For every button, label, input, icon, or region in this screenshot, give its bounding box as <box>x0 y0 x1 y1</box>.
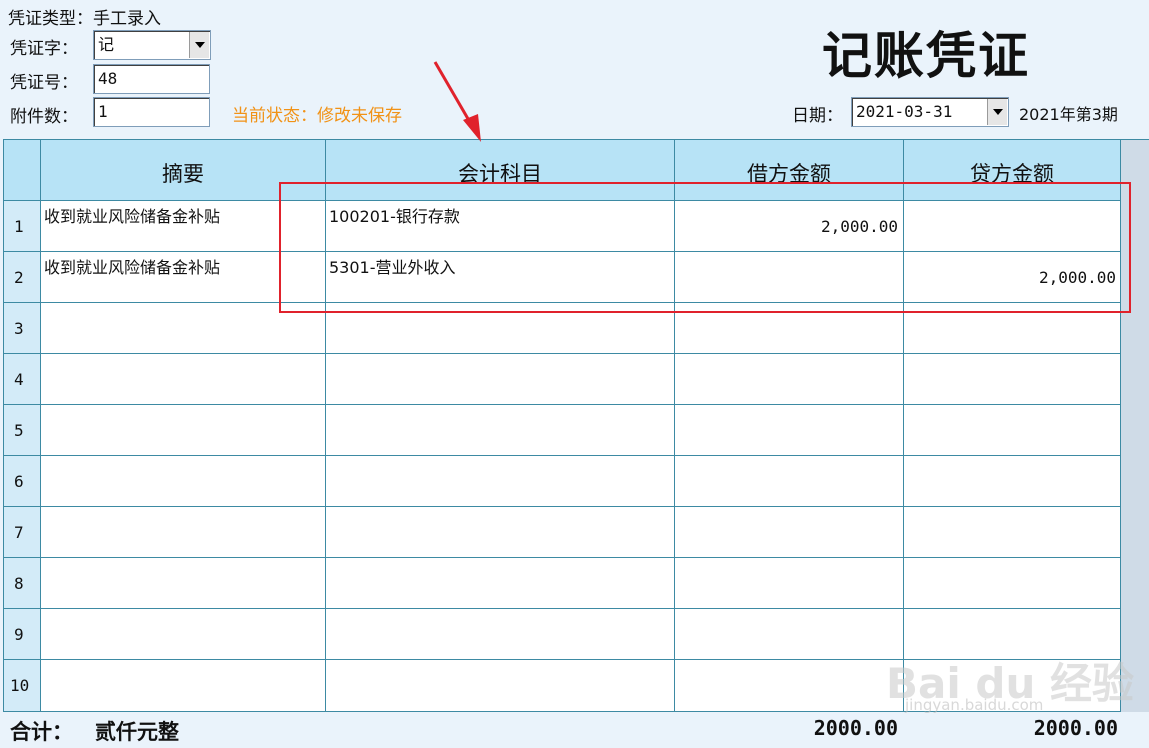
watermark-url: jingyan.baidu.com <box>905 696 1044 714</box>
voucher-type-value: 手工录入 <box>93 9 161 29</box>
row-number: 9 <box>14 625 24 644</box>
period-text: 2021年第3期 <box>1019 105 1118 124</box>
attachments-label: 附件数： <box>10 107 78 127</box>
row-number: 10 <box>10 676 30 695</box>
date-value: 2021-03-31 <box>856 102 953 121</box>
row-number: 3 <box>14 319 24 338</box>
voucher-no-label: 凭证号： <box>10 73 78 93</box>
chevron-down-icon[interactable] <box>189 32 209 58</box>
row-number: 7 <box>14 523 24 542</box>
totals-row: 合计： 贰仟元整 2000.00 2000.00 <box>0 712 1149 748</box>
row-number: 4 <box>14 370 24 389</box>
row-number: 1 <box>14 217 24 236</box>
debit-total: 2000.00 <box>813 716 898 740</box>
chevron-down-icon[interactable] <box>987 99 1007 125</box>
voucher-word-select[interactable]: 记 <box>93 30 211 60</box>
highlight-box <box>279 182 1131 313</box>
row-number: 6 <box>14 472 24 491</box>
date-label: 日期： <box>792 106 843 126</box>
row-number: 8 <box>14 574 24 593</box>
date-select[interactable]: 2021-03-31 <box>851 97 1009 127</box>
arrow-icon <box>433 61 481 142</box>
attachments-input[interactable]: 1 <box>93 97 210 127</box>
voucher-no-input[interactable]: 48 <box>93 64 210 94</box>
summary-cell[interactable]: 收到就业风险储备金补贴 <box>44 254 220 278</box>
status-text: 当前状态：修改未保存 <box>232 106 402 126</box>
page-title: 记账凭证 <box>822 26 1030 85</box>
totals-label: 合计： <box>10 720 73 744</box>
voucher-type-label: 凭证类型： <box>8 9 93 29</box>
row-number: 2 <box>14 268 24 287</box>
credit-total: 2000.00 <box>1033 716 1118 740</box>
voucher-word-value: 记 <box>98 35 115 54</box>
row-number: 5 <box>14 421 24 440</box>
voucher-word-label: 凭证字： <box>10 39 78 59</box>
amount-in-words: 贰仟元整 <box>95 720 179 744</box>
summary-cell[interactable]: 收到就业风险储备金补贴 <box>44 203 220 227</box>
voucher-type-row: 凭证类型：手工录入 <box>8 4 161 29</box>
